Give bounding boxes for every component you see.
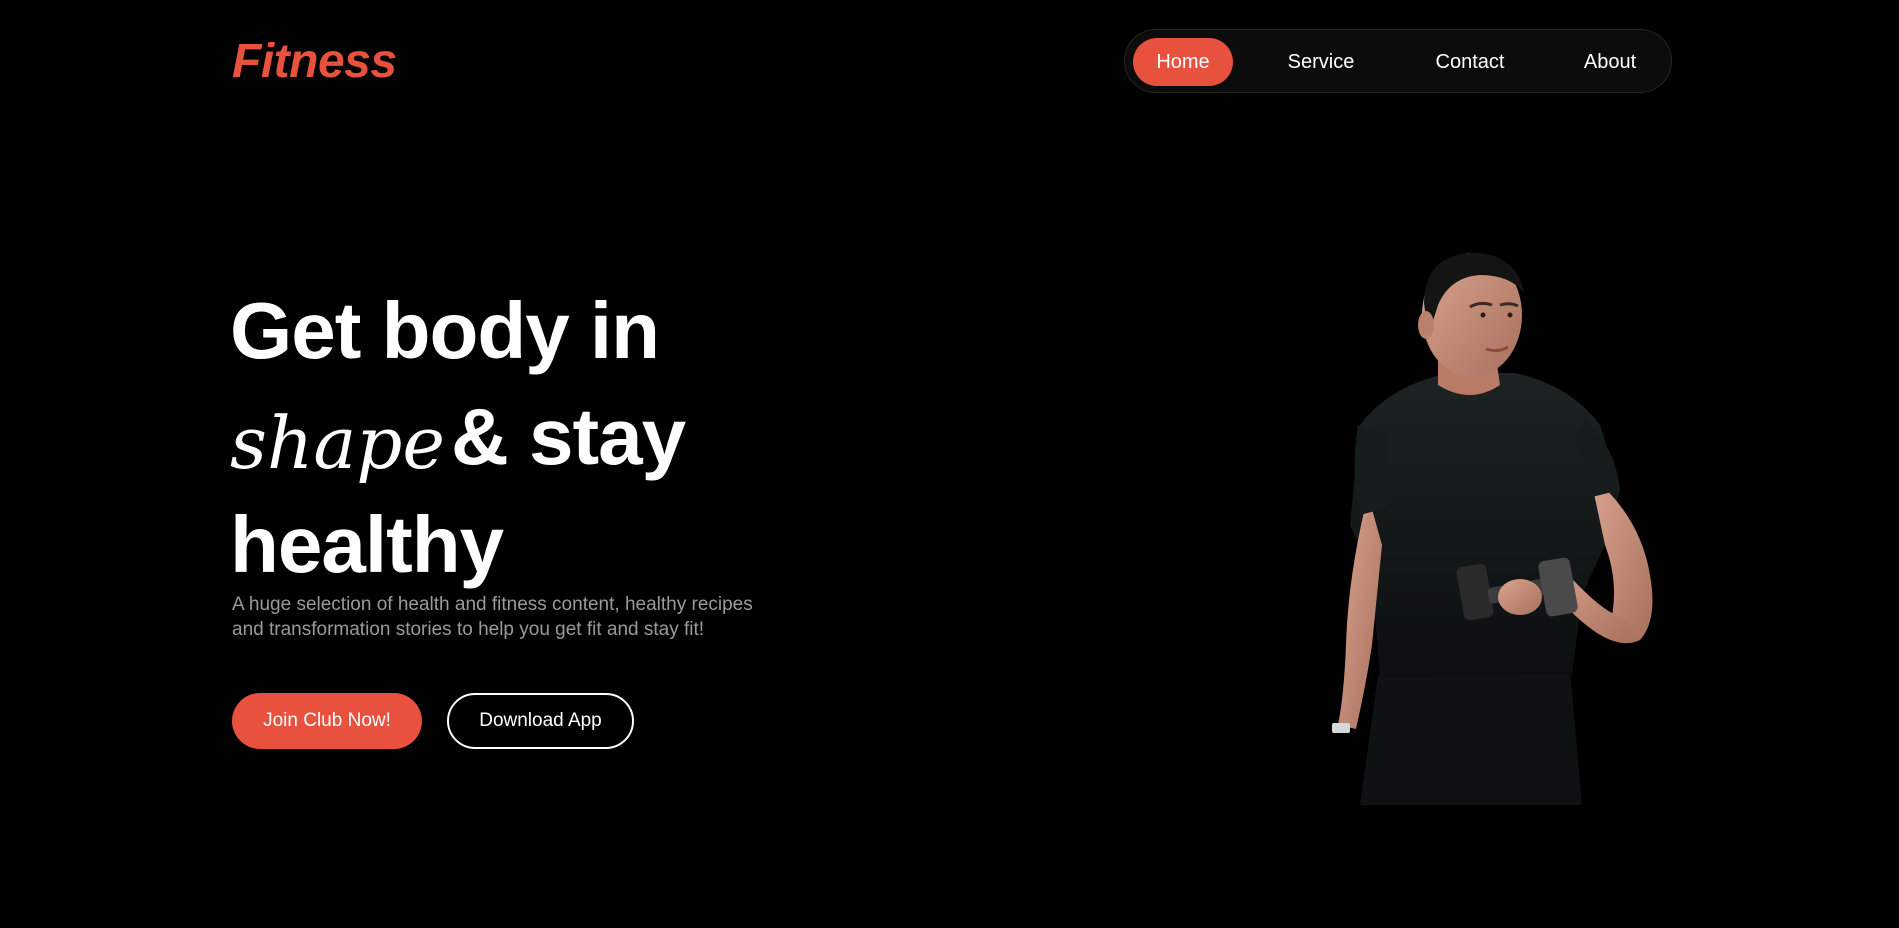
hero-title-line-2: shape& stay — [230, 384, 830, 492]
main-nav: Home Service Contact About — [1124, 29, 1672, 93]
brand-logo[interactable]: Fitness — [232, 30, 397, 94]
nav-item-service[interactable]: Service — [1265, 38, 1377, 86]
hero-subtitle: A huge selection of health and fitness c… — [232, 592, 802, 642]
join-club-button[interactable]: Join Club Now! — [232, 693, 422, 749]
hero-title-script-word: shape — [230, 401, 445, 485]
nav-item-contact[interactable]: Contact — [1411, 38, 1529, 86]
hero-title: Get body in shape& stay healthy — [230, 278, 830, 598]
hero-title-line-1: Get body in — [230, 286, 660, 375]
hero-title-line-2-rest: & stay — [450, 392, 686, 481]
hero-subtitle-line-1: A huge selection of health and fitness c… — [232, 594, 753, 615]
hero-title-line-3: healthy — [230, 500, 504, 589]
nav-item-home[interactable]: Home — [1133, 38, 1233, 86]
fitness-man-image — [1332, 253, 1653, 805]
nav-item-about[interactable]: About — [1561, 38, 1659, 86]
hero-subtitle-line-2: and transformation stories to help you g… — [232, 619, 705, 640]
download-app-button[interactable]: Download App — [447, 693, 634, 749]
